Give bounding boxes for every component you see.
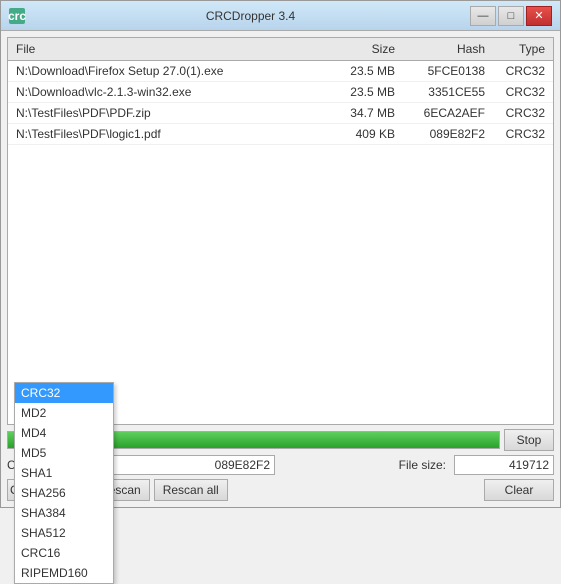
window-title: CRCDropper 3.4 (31, 9, 470, 23)
stop-button[interactable]: Stop (504, 429, 554, 451)
minimize-button[interactable]: — (470, 6, 496, 26)
dropdown-item-md2[interactable]: MD2 (15, 403, 113, 423)
cell-size: 23.5 MB (319, 83, 399, 101)
dropdown-item-crc16[interactable]: CRC16 (15, 543, 113, 563)
dropdown-item-crc32[interactable]: CRC32 (15, 383, 113, 403)
cell-file: N:\TestFiles\PDF\PDF.zip (12, 104, 319, 122)
maximize-button[interactable]: □ (498, 6, 524, 26)
clear-button[interactable]: Clear (484, 479, 554, 501)
dropdown-item-md4[interactable]: MD4 (15, 423, 113, 443)
dropdown-item-md5[interactable]: MD5 (15, 443, 113, 463)
cell-size: 34.7 MB (319, 104, 399, 122)
app-icon-label: crc (8, 9, 26, 23)
column-header-type: Type (489, 40, 549, 58)
dropdown-item-sha384[interactable]: SHA384 (15, 503, 113, 523)
table-body: N:\Download\Firefox Setup 27.0(1).exe 23… (8, 61, 553, 424)
title-bar: crc CRCDropper 3.4 — □ ✕ (1, 1, 560, 31)
cell-hash: 3351CE55 (399, 83, 489, 101)
file-table: File Size Hash Type N:\Download\Firefox … (7, 37, 554, 425)
window-controls: — □ ✕ (470, 6, 552, 26)
table-header: File Size Hash Type (8, 38, 553, 61)
column-header-hash: Hash (399, 40, 489, 58)
cell-type: CRC32 (489, 83, 549, 101)
table-row[interactable]: N:\TestFiles\PDF\logic1.pdf 409 KB 089E8… (8, 124, 553, 145)
cell-type: CRC32 (489, 62, 549, 80)
filesize-input[interactable] (454, 455, 554, 475)
cell-type: CRC32 (489, 125, 549, 143)
dropdown-item-sha1[interactable]: SHA1 (15, 463, 113, 483)
table-row[interactable]: N:\Download\Firefox Setup 27.0(1).exe 23… (8, 61, 553, 82)
cell-type: CRC32 (489, 104, 549, 122)
dropdown-menu: CRC32MD2MD4MD5SHA1SHA256SHA384SHA512CRC1… (14, 382, 114, 584)
column-header-file: File (12, 40, 319, 58)
cell-hash: 6ECA2AEF (399, 104, 489, 122)
app-icon: crc (9, 8, 25, 24)
main-window: crc CRCDropper 3.4 — □ ✕ File Size Hash … (0, 0, 561, 508)
cell-file: N:\TestFiles\PDF\logic1.pdf (12, 125, 319, 143)
cell-hash: 5FCE0138 (399, 62, 489, 80)
filesize-label: File size: (399, 458, 446, 472)
dropdown-item-sha512[interactable]: SHA512 (15, 523, 113, 543)
table-row[interactable]: N:\TestFiles\PDF\PDF.zip 34.7 MB 6ECA2AE… (8, 103, 553, 124)
cell-file: N:\Download\Firefox Setup 27.0(1).exe (12, 62, 319, 80)
close-button[interactable]: ✕ (526, 6, 552, 26)
column-header-size: Size (319, 40, 399, 58)
dropdown-item-ripemd160[interactable]: RIPEMD160 (15, 563, 113, 583)
table-row[interactable]: N:\Download\vlc-2.1.3-win32.exe 23.5 MB … (8, 82, 553, 103)
cell-size: 23.5 MB (319, 62, 399, 80)
rescan-all-button[interactable]: Rescan all (154, 479, 228, 501)
dropdown-item-sha256[interactable]: SHA256 (15, 483, 113, 503)
cell-file: N:\Download\vlc-2.1.3-win32.exe (12, 83, 319, 101)
cell-size: 409 KB (319, 125, 399, 143)
cell-hash: 089E82F2 (399, 125, 489, 143)
